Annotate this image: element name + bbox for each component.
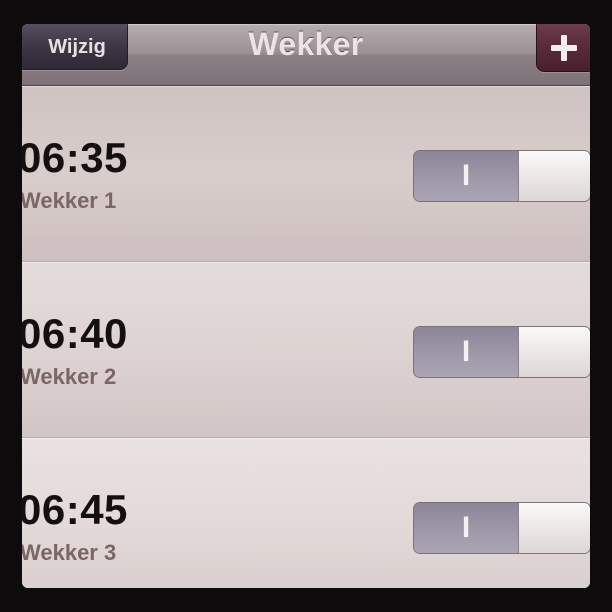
navigation-bar: Wijzig Wekker bbox=[22, 24, 590, 86]
alarm-toggle[interactable]: I bbox=[413, 150, 590, 202]
toggle-knob[interactable] bbox=[518, 503, 590, 553]
plus-icon bbox=[551, 35, 577, 61]
alarm-label: Wekker 3 bbox=[22, 540, 117, 565]
alarm-label: Wekker 1 bbox=[22, 188, 117, 213]
alarm-screen: Wijzig Wekker 06:35 Wekker 1 I 06:40 Wek… bbox=[22, 24, 590, 588]
photo-frame: Wijzig Wekker 06:35 Wekker 1 I 06:40 Wek… bbox=[0, 0, 612, 612]
alarm-list: 06:35 Wekker 1 I 06:40 Wekker 2 I 06:45 … bbox=[22, 86, 590, 588]
toggle-on-indicator: I bbox=[414, 327, 518, 377]
alarm-time: 06:35 bbox=[22, 134, 128, 181]
alarm-row[interactable]: 06:40 Wekker 2 I bbox=[22, 262, 590, 438]
alarm-time: 06:45 bbox=[22, 486, 128, 533]
toggle-knob[interactable] bbox=[518, 327, 590, 377]
alarm-label: Wekker 2 bbox=[22, 364, 117, 389]
toggle-on-indicator: I bbox=[414, 151, 518, 201]
alarm-row[interactable]: 06:35 Wekker 1 I bbox=[22, 86, 590, 262]
alarm-row[interactable]: 06:45 Wekker 3 I bbox=[22, 438, 590, 588]
toggle-on-indicator: I bbox=[414, 503, 518, 553]
toggle-knob[interactable] bbox=[518, 151, 590, 201]
page-title: Wekker bbox=[248, 26, 364, 62]
alarm-time: 06:40 bbox=[22, 310, 128, 357]
alarm-toggle[interactable]: I bbox=[413, 502, 590, 554]
add-alarm-button[interactable] bbox=[536, 24, 590, 72]
alarm-toggle[interactable]: I bbox=[413, 326, 590, 378]
